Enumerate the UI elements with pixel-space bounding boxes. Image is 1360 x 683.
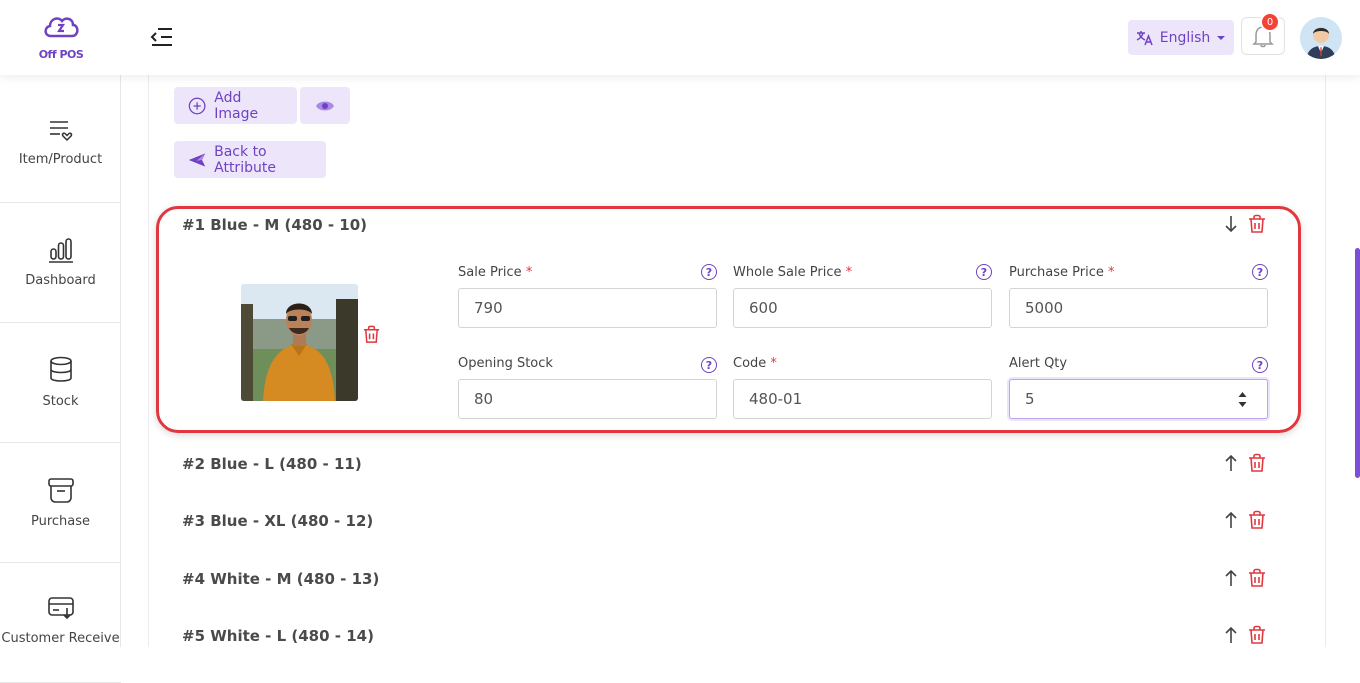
sidebar-item-customer-receive[interactable]: Customer Receive bbox=[0, 563, 121, 683]
stock-icon bbox=[49, 356, 72, 382]
arrow-up-icon[interactable] bbox=[1223, 625, 1239, 645]
sidebar-item-label: Item/Product bbox=[18, 152, 103, 167]
product-photo bbox=[241, 284, 358, 401]
purchase-price-label: Purchase Price * bbox=[1009, 265, 1115, 280]
customer-receive-icon bbox=[47, 597, 74, 620]
plus-circle-icon bbox=[188, 97, 206, 114]
notification-badge: 0 bbox=[1260, 12, 1280, 32]
menu-toggle-button[interactable] bbox=[150, 26, 174, 48]
variant-actions bbox=[1223, 453, 1267, 473]
spinner-up-icon[interactable] bbox=[1238, 391, 1247, 398]
spinner-down-icon[interactable] bbox=[1238, 401, 1247, 408]
send-back-icon bbox=[188, 152, 206, 167]
variant-actions bbox=[1223, 625, 1267, 645]
sidebar: Item/Product Dashboard Stock Purchase Cu… bbox=[0, 75, 121, 683]
purchase-price-help-icon[interactable]: ? bbox=[1252, 264, 1268, 280]
purchase-price-input[interactable]: 5000 bbox=[1009, 288, 1268, 328]
language-label: English bbox=[1159, 29, 1211, 46]
eye-icon bbox=[316, 101, 334, 110]
product-image bbox=[241, 284, 358, 401]
item-product-icon bbox=[49, 121, 72, 142]
trash-icon[interactable] bbox=[1247, 510, 1267, 530]
sidebar-item-stock[interactable]: Stock bbox=[0, 323, 121, 443]
language-selector[interactable]: English bbox=[1128, 20, 1234, 55]
variant-actions bbox=[1223, 510, 1267, 530]
trash-icon[interactable] bbox=[1247, 568, 1267, 588]
code-label: Code * bbox=[733, 356, 777, 371]
sidebar-item-product[interactable]: Item/Product bbox=[0, 83, 121, 203]
code-input[interactable]: 480-01 bbox=[733, 379, 992, 419]
add-image-button[interactable]: Add Image bbox=[174, 87, 297, 124]
arrow-up-icon[interactable] bbox=[1223, 510, 1239, 530]
trash-icon[interactable] bbox=[1247, 214, 1267, 234]
image-trash-icon[interactable] bbox=[362, 325, 381, 344]
opening-stock-help-icon[interactable]: ? bbox=[701, 357, 717, 373]
page-scrollbar[interactable] bbox=[1355, 248, 1360, 478]
whole-sale-price-label: Whole Sale Price * bbox=[733, 265, 853, 280]
variant-title[interactable]: #2 Blue - L (480 - 11) bbox=[182, 455, 362, 473]
number-spinner[interactable] bbox=[1238, 391, 1247, 408]
alert-qty-value: 5 bbox=[1025, 390, 1035, 408]
cloud-logo-icon bbox=[44, 17, 79, 38]
sidebar-item-label: Stock bbox=[42, 394, 79, 409]
purchase-icon bbox=[47, 478, 74, 503]
preview-image-button[interactable] bbox=[300, 87, 350, 124]
sidebar-item-purchase[interactable]: Purchase bbox=[0, 443, 121, 563]
add-image-label: Add Image bbox=[214, 89, 259, 122]
arrow-down-icon[interactable] bbox=[1223, 214, 1239, 234]
sidebar-item-label: Purchase bbox=[30, 514, 91, 529]
variant-title[interactable]: #4 White - M (480 - 13) bbox=[182, 570, 379, 588]
translate-icon bbox=[1136, 30, 1153, 45]
variant-actions bbox=[1223, 214, 1267, 234]
variant-title[interactable]: #5 White - L (480 - 14) bbox=[182, 627, 374, 645]
arrow-up-icon[interactable] bbox=[1223, 453, 1239, 473]
trash-icon[interactable] bbox=[1247, 453, 1267, 473]
back-to-attribute-label: Back to Attribute bbox=[214, 143, 276, 176]
opening-stock-input[interactable]: 80 bbox=[458, 379, 717, 419]
menu-collapse-icon bbox=[150, 28, 172, 46]
user-avatar[interactable] bbox=[1300, 17, 1342, 59]
sidebar-item-label: Customer Receive bbox=[1, 631, 120, 646]
opening-stock-label: Opening Stock bbox=[458, 356, 553, 371]
alert-qty-label: Alert Qty bbox=[1009, 356, 1068, 371]
variant-title[interactable]: #1 Blue - M (480 - 10) bbox=[182, 216, 367, 234]
whole-sale-price-help-icon[interactable]: ? bbox=[976, 264, 992, 280]
sidebar-item-label: Dashboard bbox=[25, 273, 96, 288]
arrow-up-icon[interactable] bbox=[1223, 568, 1239, 588]
logo-text: Off POS bbox=[38, 48, 84, 61]
back-to-attribute-button[interactable]: Back to Attribute bbox=[174, 141, 326, 178]
alert-qty-input[interactable]: 5 bbox=[1009, 379, 1268, 419]
variant-actions bbox=[1223, 568, 1267, 588]
sale-price-help-icon[interactable]: ? bbox=[701, 264, 717, 280]
whole-sale-price-input[interactable]: 600 bbox=[733, 288, 992, 328]
avatar-image bbox=[1300, 17, 1342, 59]
caret-down-icon bbox=[1217, 35, 1226, 40]
trash-icon[interactable] bbox=[1247, 625, 1267, 645]
sale-price-input[interactable]: 790 bbox=[458, 288, 717, 328]
sidebar-item-dashboard[interactable]: Dashboard bbox=[0, 203, 121, 323]
alert-qty-help-icon[interactable]: ? bbox=[1252, 357, 1268, 373]
top-bar: Off POS English 0 bbox=[0, 0, 1360, 75]
brand-logo[interactable]: Off POS bbox=[30, 12, 92, 62]
dashboard-icon bbox=[48, 238, 73, 263]
variant-title[interactable]: #3 Blue - XL (480 - 12) bbox=[182, 512, 373, 530]
sale-price-label: Sale Price * bbox=[458, 265, 533, 280]
